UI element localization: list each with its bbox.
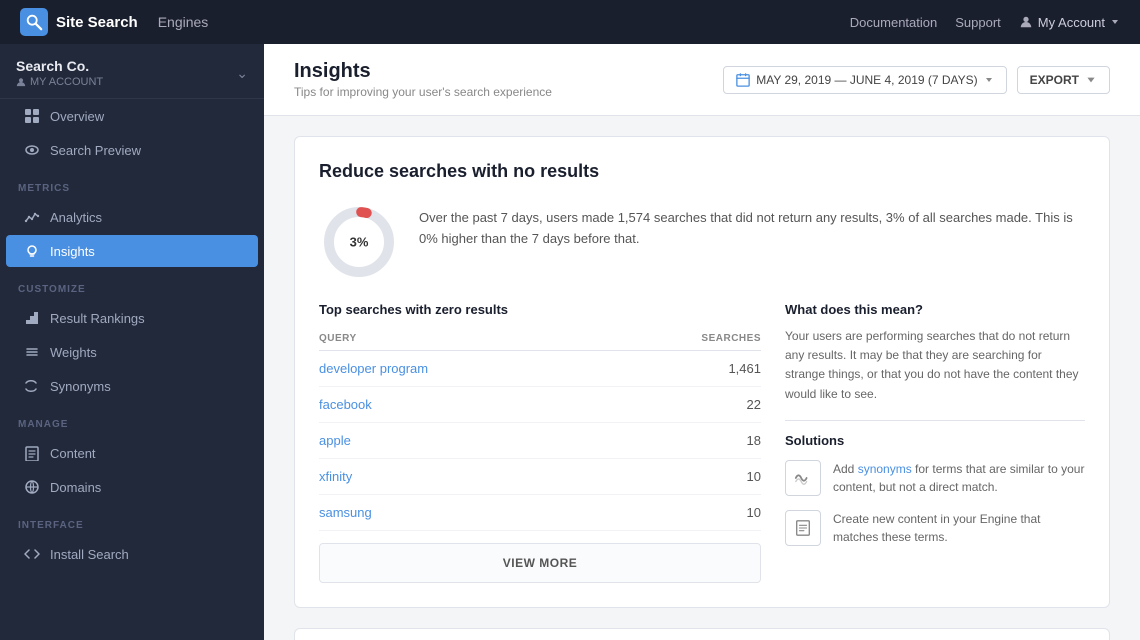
synonyms-link[interactable]: synonyms: [858, 462, 912, 476]
count-cell: 18: [605, 423, 761, 459]
solution-2-text: Create new content in your Engine that m…: [833, 510, 1085, 546]
page-header: Insights Tips for improving your user's …: [264, 44, 1140, 116]
logo-icon: [20, 8, 48, 36]
top-nav-right: Documentation Support My Account: [850, 15, 1120, 30]
donut-label: 3%: [350, 235, 369, 250]
sidebar-item-overview[interactable]: Overview: [6, 100, 258, 132]
sidebar-header: Search Co. MY ACCOUNT ⌄: [0, 44, 264, 99]
card1-two-col: Top searches with zero results QUERY SEA…: [319, 302, 1085, 583]
sidebar-item-domains[interactable]: Domains: [6, 471, 258, 503]
page-subtitle: Tips for improving your user's search ex…: [294, 85, 552, 99]
page-title: Insights: [294, 60, 552, 83]
page-header-right: MAY 29, 2019 — JUNE 4, 2019 (7 DAYS) EXP…: [723, 66, 1110, 94]
col-searches: SEARCHES: [605, 327, 761, 351]
count-cell: 22: [605, 387, 761, 423]
person-small-icon: [16, 77, 26, 87]
sidebar: Search Co. MY ACCOUNT ⌄ Overview Search …: [0, 44, 264, 640]
col-query: QUERY: [319, 327, 605, 351]
rankings-icon: [24, 310, 40, 326]
account-menu[interactable]: My Account: [1019, 15, 1120, 30]
table-row: apple18: [319, 423, 761, 459]
sidebar-item-weights[interactable]: Weights: [6, 336, 258, 368]
table-row: xfinity10: [319, 459, 761, 495]
table-row: facebook22: [319, 387, 761, 423]
what-title: What does this mean?: [785, 302, 1085, 317]
document-icon: [794, 519, 812, 537]
solutions-title: Solutions: [785, 420, 1085, 448]
card1-description: Over the past 7 days, users made 1,574 s…: [419, 202, 1085, 250]
customize-section-label: CUSTOMIZE: [0, 268, 264, 301]
overview-icon: [24, 108, 40, 124]
query-cell[interactable]: apple: [319, 423, 605, 459]
company-name: Search Co.: [16, 58, 103, 74]
query-cell[interactable]: facebook: [319, 387, 605, 423]
wave-icon: [794, 469, 812, 487]
table-row: developer program1,461: [319, 351, 761, 387]
date-chevron-icon: [984, 75, 994, 85]
page-header-left: Insights Tips for improving your user's …: [294, 60, 552, 99]
solution-2: Create new content in your Engine that m…: [785, 510, 1085, 546]
account-label: My Account: [1038, 15, 1105, 30]
weights-icon: [24, 344, 40, 360]
export-button[interactable]: EXPORT: [1017, 66, 1110, 94]
main-content: Insights Tips for improving your user's …: [264, 44, 1140, 640]
solution-synonyms-icon: [785, 460, 821, 496]
top-nav: Site Search Engines Documentation Suppor…: [0, 0, 1140, 44]
card1-left: Top searches with zero results QUERY SEA…: [319, 302, 761, 583]
reduce-no-clickthroughs-card: Reduce searches with no clickthroughs: [294, 628, 1110, 640]
table-title: Top searches with zero results: [319, 302, 761, 317]
query-cell[interactable]: xfinity: [319, 459, 605, 495]
export-chevron-icon: [1085, 74, 1097, 86]
sidebar-item-insights[interactable]: Insights: [6, 235, 258, 267]
interface-section-label: INTERFACE: [0, 504, 264, 537]
domains-icon: [24, 479, 40, 495]
zero-results-table: QUERY SEARCHES developer program1,461fac…: [319, 327, 761, 531]
support-link[interactable]: Support: [955, 15, 1001, 30]
sidebar-account-label: MY ACCOUNT: [16, 76, 103, 88]
engines-link[interactable]: Engines: [158, 14, 209, 30]
query-cell[interactable]: developer program: [319, 351, 605, 387]
card1-title: Reduce searches with no results: [319, 161, 1085, 182]
sidebar-item-result-rankings[interactable]: Result Rankings: [6, 302, 258, 334]
count-cell: 1,461: [605, 351, 761, 387]
analytics-icon: [24, 209, 40, 225]
calendar-icon: [736, 73, 750, 87]
code-icon: [24, 546, 40, 562]
card1-right: What does this mean? Your users are perf…: [785, 302, 1085, 583]
sidebar-item-analytics[interactable]: Analytics: [6, 201, 258, 233]
solution-1-text: Add synonyms for terms that are similar …: [833, 460, 1085, 496]
card1-top: 3% Over the past 7 days, users made 1,57…: [319, 202, 1085, 282]
eye-icon: [24, 142, 40, 158]
content-icon: [24, 445, 40, 461]
reduce-no-results-card: Reduce searches with no results 3% Over …: [294, 136, 1110, 608]
chevron-down-icon: [1110, 17, 1120, 27]
sidebar-item-search-preview[interactable]: Search Preview: [6, 134, 258, 166]
donut-chart: 3%: [319, 202, 399, 282]
table-row: samsung10: [319, 495, 761, 531]
sidebar-item-content[interactable]: Content: [6, 437, 258, 469]
view-more-button[interactable]: VIEW MORE: [319, 543, 761, 583]
page-content: Reduce searches with no results 3% Over …: [264, 116, 1140, 640]
person-icon: [1019, 15, 1033, 29]
solution-content-icon: [785, 510, 821, 546]
sidebar-chevron[interactable]: ⌄: [236, 65, 248, 82]
solution-1: Add synonyms for terms that are similar …: [785, 460, 1085, 496]
sidebar-item-synonyms[interactable]: Synonyms: [6, 370, 258, 402]
documentation-link[interactable]: Documentation: [850, 15, 937, 30]
date-range-text: MAY 29, 2019 — JUNE 4, 2019 (7 DAYS): [756, 73, 977, 87]
lightbulb-icon: [24, 243, 40, 259]
logo-text: Site Search: [56, 14, 138, 31]
what-desc: Your users are performing searches that …: [785, 327, 1085, 404]
date-picker[interactable]: MAY 29, 2019 — JUNE 4, 2019 (7 DAYS): [723, 66, 1006, 94]
count-cell: 10: [605, 459, 761, 495]
logo[interactable]: Site Search: [20, 8, 138, 36]
manage-section-label: MANAGE: [0, 403, 264, 436]
synonyms-icon: [24, 378, 40, 394]
count-cell: 10: [605, 495, 761, 531]
query-cell[interactable]: samsung: [319, 495, 605, 531]
metrics-section-label: METRICS: [0, 167, 264, 200]
sidebar-item-install-search[interactable]: Install Search: [6, 538, 258, 570]
